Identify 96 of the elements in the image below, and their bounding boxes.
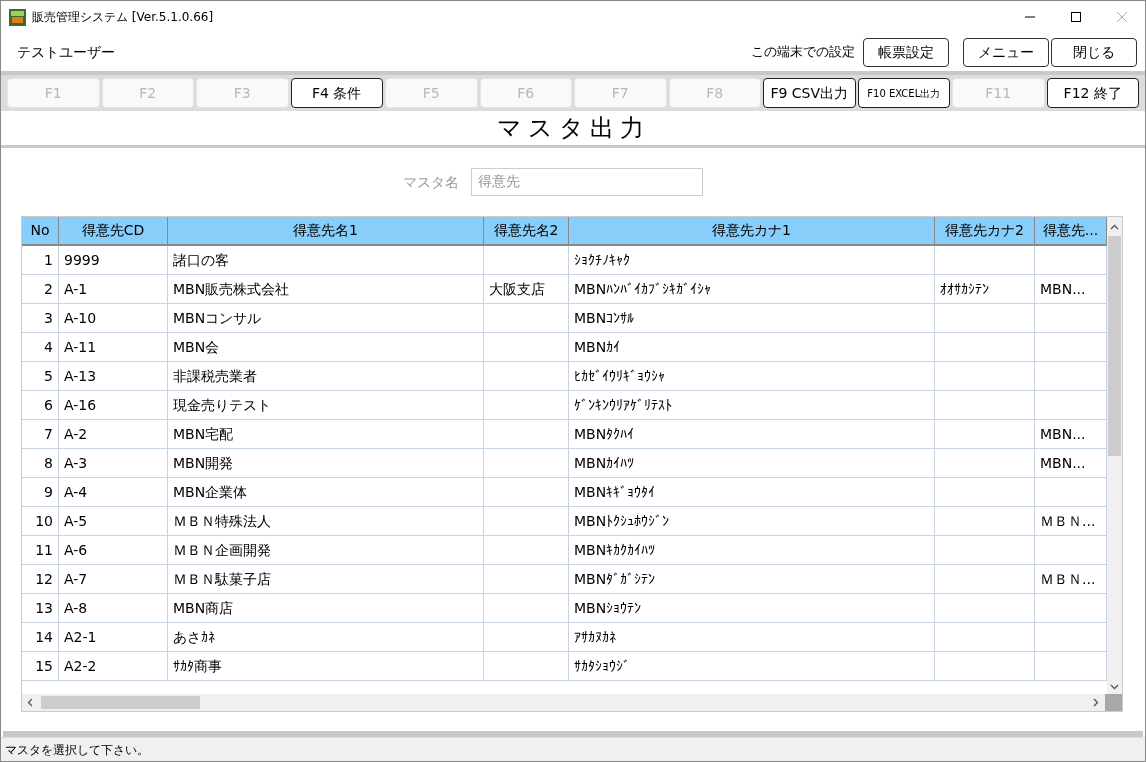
table-cell-text: MBN... [1039, 453, 1087, 473]
table-cell-text: MBNﾄｸｼｭﾎｳｼﾞﾝ [573, 511, 671, 531]
table-cell-text: A-5 [63, 511, 89, 531]
table-cell-text: ＭＢＮ特殊法人 [172, 511, 272, 531]
table-cell-text: あさｶﾈ [172, 627, 216, 647]
table-cell-text: MBNｷｶｸｶｲﾊﾂ [573, 540, 657, 560]
column-header[interactable]: 得意先名1 [168, 217, 484, 244]
page-title: マスタ出力 [496, 113, 650, 144]
table-cell-text: ｻｶﾀｼｮｳｼﾞ [573, 656, 631, 676]
table-cell-text: 諸口の客 [172, 250, 230, 270]
table-cell-text: 11 [34, 540, 54, 560]
table-cell-text: MBN... [1039, 424, 1087, 444]
table-cell-text: A-13 [63, 366, 98, 386]
vertical-scrollbar[interactable] [1107, 217, 1122, 694]
table-cell-text: A-10 [63, 308, 98, 328]
column-header[interactable]: 得意先名2 [484, 217, 569, 244]
column-header[interactable]: 得意先CD [59, 217, 168, 244]
header-button[interactable]: メニュー [963, 37, 1049, 67]
table-cell-text: ＭＢＮ駄菓子店 [172, 569, 272, 589]
table-cell-text: MBN開発 [172, 453, 235, 473]
field-label: マスタ名 [403, 172, 459, 192]
table-cell-text: ｹﾞﾝｷﾝｳﾘｱｹﾞﾘﾃｽﾄ [573, 395, 673, 415]
horizontal-scrollbar[interactable] [22, 694, 1106, 711]
header-button[interactable]: 閉じる [1051, 37, 1137, 67]
table-cell-text: A-7 [63, 569, 89, 589]
table-cell-text: MBN会 [172, 337, 221, 357]
scrollbar-thumb[interactable] [1108, 236, 1121, 456]
table-cell-text: A-11 [63, 337, 98, 357]
table-cell-text: 13 [34, 598, 54, 618]
table-cell-text: 7 [43, 424, 54, 444]
function-key-button[interactable]: F4 条件 [290, 78, 383, 108]
table-cell-text: A-6 [63, 540, 89, 560]
table-cell-text: MBN商店 [172, 598, 235, 618]
table-cell-text: MBNコンサル [172, 308, 263, 328]
app-icon [9, 8, 26, 26]
scroll-right-icon[interactable] [1093, 698, 1100, 707]
table-cell-text: 10 [34, 511, 54, 531]
table-cell-text: 4 [43, 337, 54, 357]
table-cell-text: ｱｻｶﾇｶﾈ [573, 627, 617, 647]
function-key-button[interactable]: F10 EXCEL出力 [857, 78, 950, 108]
table-cell-text: A-2 [63, 424, 89, 444]
table-cell-text: ｻｶﾀ商事 [172, 656, 223, 676]
table-cell-text: ｼｮｸﾁﾉｷｬｸ [573, 250, 631, 270]
table-cell-text: MBNｶｲ [573, 337, 622, 357]
table-cell-text: 15 [34, 656, 54, 676]
scroll-down-icon[interactable] [1110, 684, 1119, 690]
column-header[interactable]: No [22, 217, 59, 244]
table-cell-text: A-3 [63, 453, 89, 473]
table-cell-text: MBNﾀｸﾊｲ [573, 424, 636, 444]
column-header[interactable]: 得意先カナ1 [569, 217, 935, 244]
table-cell-text: MBNｷｷﾞｮｳﾀｲ [573, 482, 657, 502]
table-cell-text: 6 [43, 395, 54, 415]
column-header[interactable]: 得意先カナ2 [935, 217, 1035, 244]
table-cell-text: A-1 [63, 279, 89, 299]
table-cell-text: A-8 [63, 598, 89, 618]
table-cell-text: MBNﾀﾞｶﾞｼﾃﾝ [573, 569, 657, 589]
table-cell-text: 非課税売業者 [172, 366, 258, 386]
table-cell-text: MBNｺﾝｻﾙ [573, 308, 636, 328]
table-cell-text: A2-2 [63, 656, 98, 676]
table-cell-text: MBNｼｮｳﾃﾝ [573, 598, 643, 618]
table-cell-text: MBNｶｲﾊﾂ [573, 453, 636, 473]
table-cell-text: 9 [43, 482, 54, 502]
settings-label: この端末での設定 [751, 43, 855, 62]
table-cell-text: MBN... [1039, 279, 1087, 299]
table-cell-text: A2-1 [63, 627, 98, 647]
table-cell-text: 9999 [63, 250, 101, 270]
table-cell-text: MBN企業体 [172, 482, 249, 502]
scrollbar-thumb[interactable] [41, 696, 200, 709]
table-cell-text: A-16 [63, 395, 98, 415]
scrollbar-corner [1105, 694, 1122, 711]
table-cell-text: 14 [34, 627, 54, 647]
table-cell-text: MBN宅配 [172, 424, 235, 444]
table-cell-text: 8 [43, 453, 54, 473]
table-cell-text: 12 [34, 569, 54, 589]
table-cell-text: MBN販売株式会社 [172, 279, 291, 299]
table-cell-text: 大阪支店 [488, 279, 546, 299]
header-button[interactable]: 帳票設定 [863, 37, 949, 67]
status-message: マスタを選択して下さい。 [5, 741, 149, 759]
function-key-button[interactable]: F9 CSV出力 [763, 78, 856, 108]
window-title: 販売管理システム [Ver.5.1.0.66] [32, 9, 214, 26]
user-name: テストユーザー [17, 42, 115, 62]
table-cell-text: MBNﾊﾝﾊﾞｲｶﾌﾞｼｷｶﾞｲｼｬ [573, 279, 713, 299]
table-cell-text: 3 [43, 308, 54, 328]
table-cell-text: ｵｵｻｶｼﾃﾝ [939, 279, 990, 299]
table-cell-text: 2 [43, 279, 54, 299]
table-cell-text: ＭＢＮ... [1039, 511, 1097, 531]
scroll-left-icon[interactable] [27, 698, 33, 707]
table-cell-text: 現金売りテスト [172, 395, 272, 415]
table-cell-text: ＭＢＮ... [1039, 569, 1097, 589]
table-cell-text: A-4 [63, 482, 89, 502]
table-cell-text: ＭＢＮ企画開発 [172, 540, 272, 560]
function-key-button[interactable]: F12 終了 [1046, 78, 1139, 108]
table-cell-text: ﾋｶｾﾞｲｳﾘｷﾞｮｳｼｬ [573, 366, 666, 386]
table-cell-text: 1 [43, 250, 54, 270]
table-cell-text: 5 [43, 366, 54, 386]
scroll-up-icon[interactable] [1110, 224, 1119, 230]
